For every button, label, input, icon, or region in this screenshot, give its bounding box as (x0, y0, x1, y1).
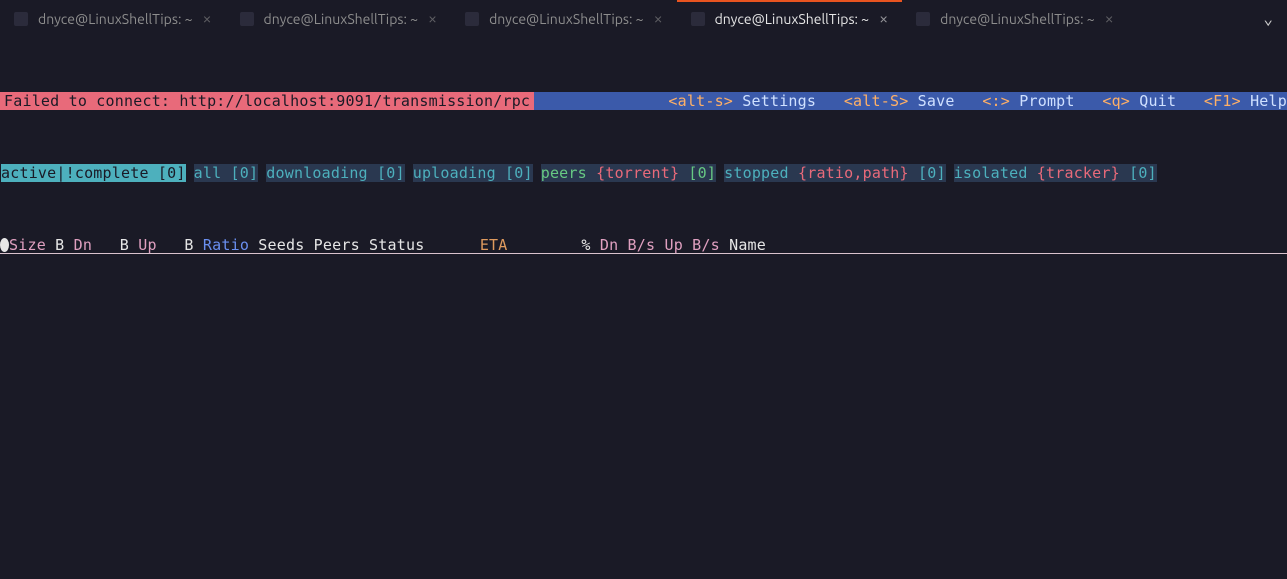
keybind-settings: <alt-s> Settings (668, 92, 816, 110)
col-b2: B (92, 236, 138, 254)
tab-title: dnyce@LinuxShellTips: ~ (38, 11, 193, 27)
terminal-tab-4[interactable]: dnyce@LinuxShellTips: ~ × (677, 0, 903, 38)
col-up: Up (138, 236, 156, 254)
col-size: Size (9, 236, 46, 254)
keybind-hints: <alt-s> Settings <alt-S> Save <:> Prompt… (668, 92, 1287, 110)
filter-isolated[interactable]: isolated {tracker} [0] (954, 164, 1157, 182)
col-pct: % (581, 236, 599, 254)
status-bar: Failed to connect: http://localhost:9091… (0, 92, 1287, 110)
chevron-down-icon[interactable]: ⌄ (1249, 9, 1287, 28)
terminal-icon (14, 12, 28, 26)
close-icon[interactable]: × (1105, 11, 1114, 27)
keybind-save: <alt-S> Save (844, 92, 955, 110)
col-b1: B (46, 236, 74, 254)
filter-bar: active|!complete [0] all [0] downloading… (0, 164, 1287, 182)
filter-uploading[interactable]: uploading [0] (413, 164, 533, 182)
terminal-content: Failed to connect: http://localhost:9091… (0, 38, 1287, 290)
terminal-icon (240, 12, 254, 26)
col-peers: Peers (304, 236, 359, 254)
terminal-tab-5[interactable]: dnyce@LinuxShellTips: ~ × (902, 0, 1128, 38)
col-status: Status (360, 236, 480, 254)
terminal-tab-1[interactable]: dnyce@LinuxShellTips: ~ × (0, 0, 226, 38)
keybind-quit: <q> Quit (1102, 92, 1176, 110)
col-seeds: Seeds (249, 236, 304, 254)
keybind-prompt: <:> Prompt (982, 92, 1074, 110)
column-headers: Size B Dn B Up B Ratio Seeds Peers Statu… (0, 236, 1287, 254)
filter-all[interactable]: all [0] (194, 164, 259, 182)
col-b3: B (157, 236, 203, 254)
filter-stopped[interactable]: stopped {ratio,path} [0] (724, 164, 946, 182)
terminal-tab-2[interactable]: dnyce@LinuxShellTips: ~ × (226, 0, 452, 38)
filter-peers[interactable]: peers {torrent} [0] (541, 164, 716, 182)
col-name: Name (729, 236, 766, 254)
close-icon[interactable]: × (879, 11, 888, 27)
tab-bar: dnyce@LinuxShellTips: ~ × dnyce@LinuxShe… (0, 0, 1287, 38)
terminal-icon (691, 12, 705, 26)
tab-title: dnyce@LinuxShellTips: ~ (264, 11, 419, 27)
close-icon[interactable]: × (428, 11, 437, 27)
col-dnrate: Dn B/s (600, 236, 665, 254)
tab-title: dnyce@LinuxShellTips: ~ (715, 11, 870, 27)
tab-title: dnyce@LinuxShellTips: ~ (940, 11, 1095, 27)
keybind-help: <F1> Help (1204, 92, 1287, 110)
terminal-tab-3[interactable]: dnyce@LinuxShellTips: ~ × (451, 0, 677, 38)
tab-title: dnyce@LinuxShellTips: ~ (489, 11, 644, 27)
col-under: _ (526, 236, 581, 254)
col-eta: ETA (480, 236, 526, 254)
filter-downloading[interactable]: downloading [0] (266, 164, 404, 182)
terminal-icon (916, 12, 930, 26)
close-icon[interactable]: × (654, 11, 663, 27)
terminal-icon (465, 12, 479, 26)
error-message: Failed to connect: http://localhost:9091… (0, 92, 534, 110)
col-uprate: Up B/s (664, 236, 729, 254)
status-spacer (534, 92, 668, 110)
close-icon[interactable]: × (203, 11, 212, 27)
filter-active[interactable]: active|!complete [0] (1, 164, 186, 182)
cursor-icon (0, 238, 9, 252)
col-ratio: Ratio (203, 236, 249, 254)
col-dn: Dn (74, 236, 92, 254)
